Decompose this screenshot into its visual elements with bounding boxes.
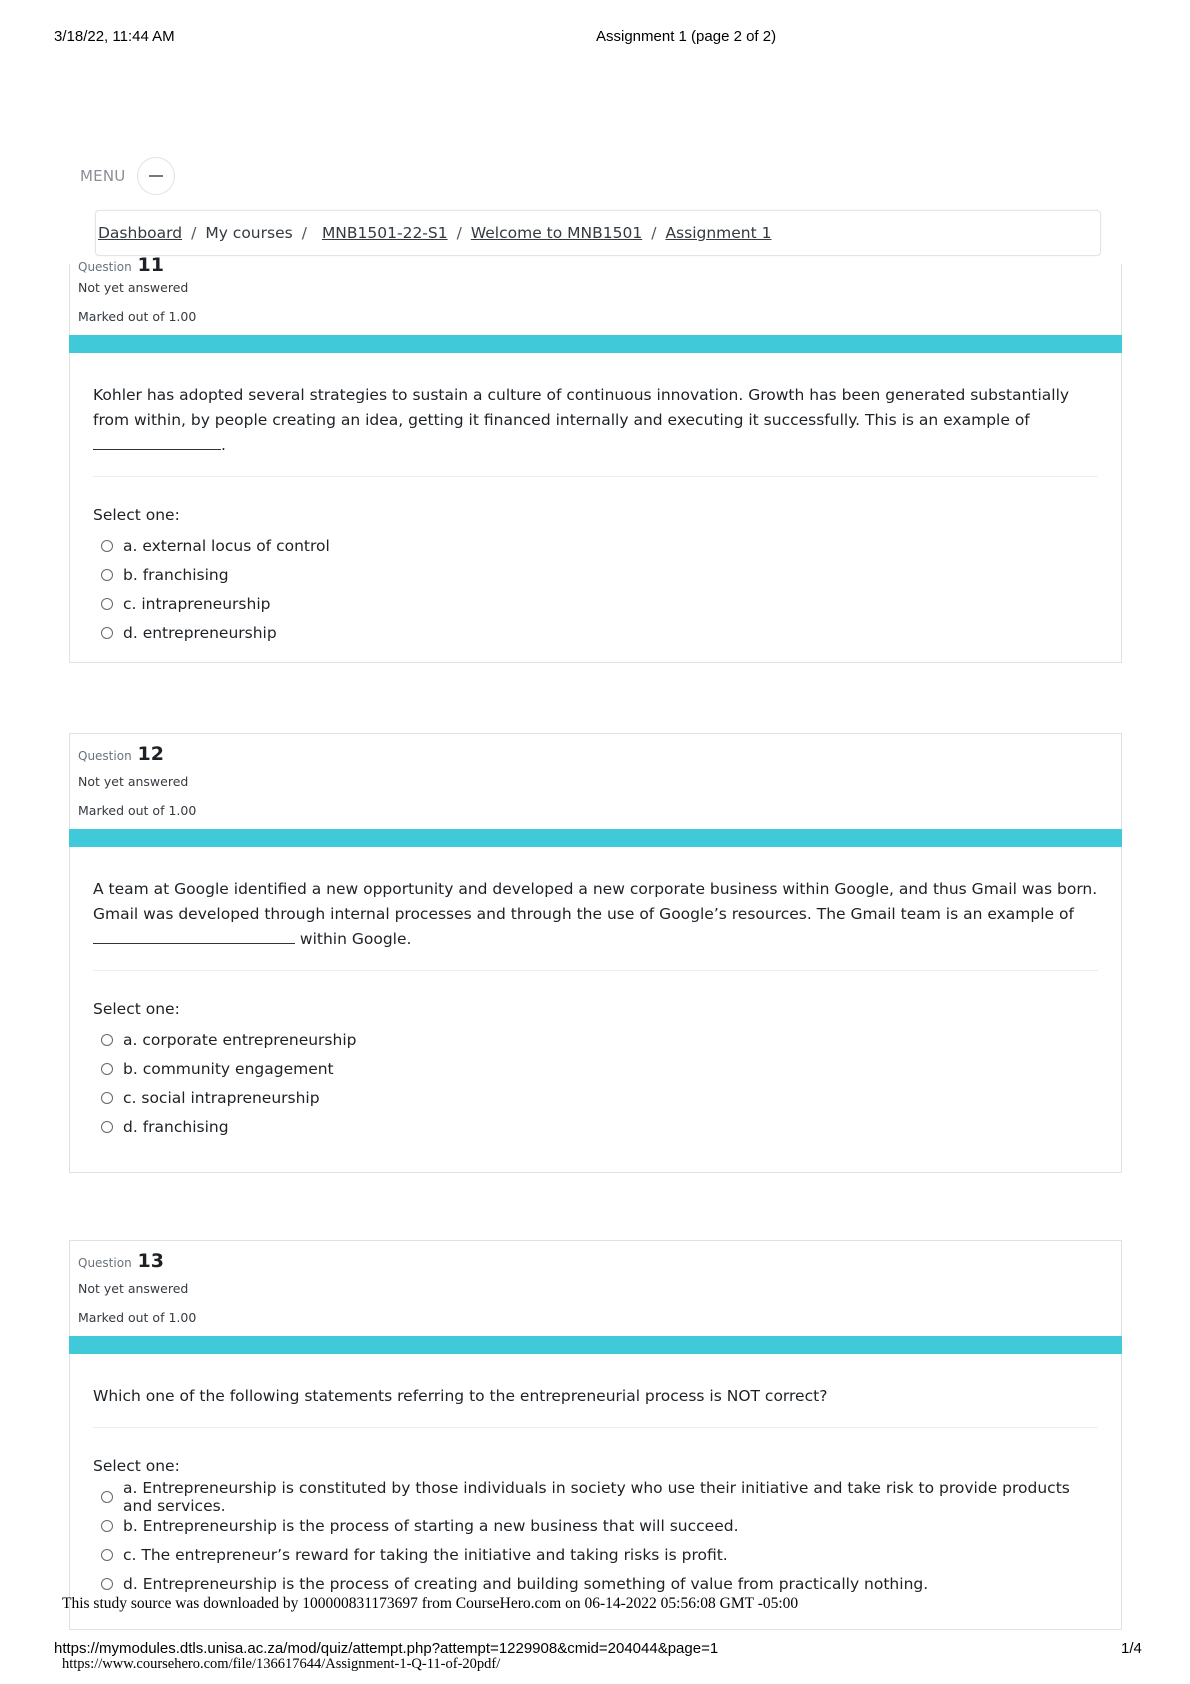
question-text: A team at Google identified a new opport… [93, 880, 1098, 948]
radio-button[interactable] [101, 1062, 113, 1075]
question-info: Question 11 Not yet answered Marked out … [70, 255, 1121, 325]
divider [93, 476, 1098, 477]
question-12: Question 12 Not yet answered Marked out … [69, 733, 1122, 1173]
radio-button[interactable] [101, 1519, 113, 1532]
breadcrumb-welcome[interactable]: Welcome to MNB1501 [471, 224, 642, 242]
radio-button[interactable] [101, 539, 113, 552]
answer-option[interactable]: c. The entrepreneur’s reward for taking … [93, 1540, 1098, 1569]
radio-button[interactable] [101, 597, 113, 610]
question-content: A team at Google identified a new opport… [70, 847, 1121, 1141]
download-watermark: This study source was downloaded by 1000… [62, 1595, 799, 1612]
answer-option[interactable]: c. intrapreneurship [93, 589, 1098, 618]
source-url-watermark: https://www.coursehero.com/file/13661764… [62, 1656, 501, 1672]
breadcrumb: Dashboard / My courses / MNB1501-22-S1 /… [95, 210, 1101, 256]
answer-option[interactable]: d. entrepreneurship [93, 618, 1098, 647]
hamburger-icon [149, 175, 164, 177]
select-one-label: Select one: [93, 506, 180, 524]
print-page-title: Assignment 1 (page 2 of 2) [596, 28, 777, 45]
menu-toggle[interactable]: MENU [80, 157, 176, 195]
breadcrumb-separator: / [301, 224, 307, 242]
answer-option[interactable]: d. Entrepreneurship is the process of cr… [93, 1569, 1098, 1598]
answer-list: a. corporate entrepreneurship b. communi… [93, 1025, 1098, 1141]
breadcrumb-course[interactable]: MNB1501-22-S1 [322, 224, 448, 242]
question-number: Question 11 [78, 255, 1121, 275]
menu-label: MENU [80, 167, 126, 185]
question-label: Question [78, 1256, 132, 1270]
answer-option[interactable]: b. franchising [93, 560, 1098, 589]
answer-option[interactable]: d. franchising [93, 1112, 1098, 1141]
question-label: Question [78, 749, 132, 763]
breadcrumb-separator: / [651, 224, 657, 242]
question-marks: Marked out of 1.00 [78, 803, 197, 818]
question-number-value: 13 [137, 1250, 164, 1272]
answer-option[interactable]: b. Entrepreneurship is the process of st… [93, 1511, 1098, 1540]
select-one-label: Select one: [93, 1000, 180, 1018]
question-accent-bar [69, 829, 1122, 847]
question-marks: Marked out of 1.00 [78, 1310, 197, 1325]
question-accent-bar [69, 335, 1122, 353]
radio-button[interactable] [101, 1091, 113, 1104]
answer-option[interactable]: c. social intrapreneurship [93, 1083, 1098, 1112]
question-info: Question 13 Not yet answered Marked out … [70, 1241, 1121, 1326]
print-datetime: 3/18/22, 11:44 AM [54, 28, 175, 45]
question-text: Kohler has adopted several strategies to… [93, 386, 1070, 454]
question-content: Which one of the following statements re… [70, 1354, 1121, 1598]
print-page-number: 1/4 [1121, 1640, 1142, 1657]
menu-button[interactable] [137, 157, 176, 195]
answer-option[interactable]: a. external locus of control [93, 531, 1098, 560]
radio-button[interactable] [101, 1490, 113, 1503]
radio-button[interactable] [101, 1577, 113, 1590]
question-state: Not yet answered [78, 1281, 189, 1296]
radio-button[interactable] [101, 626, 113, 639]
answer-list: a. Entrepreneurship is constituted by th… [93, 1479, 1098, 1598]
answer-option[interactable]: a. Entrepreneurship is constituted by th… [93, 1479, 1098, 1515]
print-footer-url: https://mymodules.dtls.unisa.ac.za/mod/q… [54, 1640, 719, 1657]
question-accent-bar [69, 1336, 1122, 1354]
select-one-label: Select one: [93, 1457, 180, 1475]
question-number: Question 13 [78, 1251, 1121, 1271]
question-number: Question 12 [78, 744, 1121, 764]
question-state: Not yet answered [78, 280, 189, 295]
question-13: Question 13 Not yet answered Marked out … [69, 1240, 1122, 1630]
divider [93, 970, 1098, 971]
breadcrumb-separator: / [191, 224, 197, 242]
breadcrumb-separator: / [456, 224, 462, 242]
question-content: Kohler has adopted several strategies to… [70, 353, 1121, 647]
answer-list: a. external locus of control b. franchis… [93, 531, 1098, 647]
answer-option[interactable]: a. corporate entrepreneurship [93, 1025, 1098, 1054]
question-state: Not yet answered [78, 774, 189, 789]
question-11: Question 11 Not yet answered Marked out … [69, 255, 1122, 663]
question-info: Question 12 Not yet answered Marked out … [70, 734, 1121, 819]
question-number-value: 12 [137, 743, 164, 765]
radio-button[interactable] [101, 1033, 113, 1046]
breadcrumb-my-courses: My courses [205, 224, 293, 242]
divider [93, 1427, 1098, 1428]
radio-button[interactable] [101, 1120, 113, 1133]
question-number-value: 11 [137, 255, 164, 275]
question-marks: Marked out of 1.00 [78, 309, 197, 324]
radio-button[interactable] [101, 568, 113, 581]
radio-button[interactable] [101, 1548, 113, 1561]
breadcrumb-assignment[interactable]: Assignment 1 [665, 224, 771, 242]
question-text: Which one of the following statements re… [93, 1387, 828, 1405]
answer-option[interactable]: b. community engagement [93, 1054, 1098, 1083]
breadcrumb-dashboard[interactable]: Dashboard [98, 224, 182, 242]
question-label: Question [78, 260, 132, 274]
